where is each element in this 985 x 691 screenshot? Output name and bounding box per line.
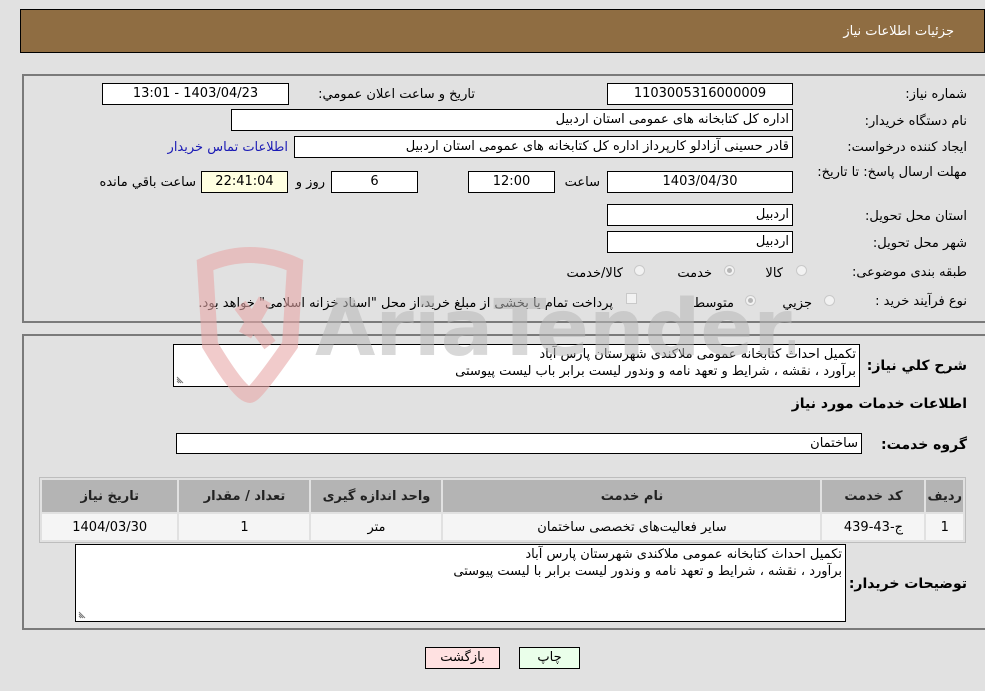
page-header: جزئیات اطلاعات نیاز xyxy=(20,9,985,53)
province-field[interactable]: اردبیل xyxy=(607,204,793,226)
need-number-field[interactable]: 1103005316000009 xyxy=(607,83,793,105)
summary-textarea[interactable]: تکمیل احداث کتابخانه عمومی ملاکندی شهرست… xyxy=(173,344,860,387)
category-radio-goods-service[interactable] xyxy=(634,265,645,276)
resize-grip-icon[interactable] xyxy=(176,376,184,384)
back-button[interactable]: بازگشت xyxy=(425,647,500,669)
col-service-code: کد خدمت xyxy=(820,478,927,514)
summary-line-2: برآورد ، نقشه ، شرایط و تعهد نامه و وندو… xyxy=(455,364,856,379)
category-option-goods-service: کالا/خدمت xyxy=(566,266,623,281)
service-group-label: گروه خدمت: xyxy=(881,437,967,453)
city-label: شهر محل تحویل: xyxy=(872,236,967,251)
deadline-time-label: ساعت xyxy=(564,175,600,190)
announce-label: تاریخ و ساعت اعلان عمومي: xyxy=(318,87,475,102)
buyer-notes-textarea[interactable]: تکمیل احداث کتابخانه عمومی ملاکندی شهرست… xyxy=(75,544,846,622)
remaining-time-field[interactable]: 22:41:04 xyxy=(201,171,288,193)
col-unit: واحد اندازه گیری xyxy=(309,478,444,514)
cell-service-name: سایر فعالیت‌های تخصصی ساختمان xyxy=(441,512,823,542)
summary-label: شرح کلي نیاز: xyxy=(866,358,967,374)
print-button[interactable]: چاپ xyxy=(519,647,580,669)
buyer-org-label: نام دستگاه خریدار: xyxy=(864,114,967,129)
creator-label: ایجاد کننده درخواست: xyxy=(847,140,967,155)
city-field[interactable]: اردبیل xyxy=(607,231,793,253)
process-radio-medium[interactable] xyxy=(745,295,756,306)
payment-note: پرداخت تمام یا بخشی از مبلغ خرید،از محل … xyxy=(198,296,613,311)
service-group-field[interactable]: ساختمان xyxy=(176,433,862,454)
buyer-org-field[interactable]: اداره کل کتابخانه های عمومی استان اردبیل xyxy=(231,109,793,131)
buyer-contact-link[interactable]: اطلاعات تماس خریدار xyxy=(168,140,288,155)
col-row-number: ردیف xyxy=(924,478,965,514)
need-number-label: شماره نیاز: xyxy=(905,87,967,102)
resize-grip-icon[interactable] xyxy=(78,611,86,619)
services-section-title: اطلاعات خدمات مورد نیاز xyxy=(791,396,967,412)
process-radio-minor[interactable] xyxy=(824,295,835,306)
days-remaining-field[interactable]: 6 xyxy=(331,171,418,193)
cell-unit: متر xyxy=(309,512,444,542)
days-label: روز و xyxy=(295,175,325,190)
summary-line-1: تکمیل احداث کتابخانه عمومی ملاکندی شهرست… xyxy=(539,347,856,362)
treasury-checkbox[interactable] xyxy=(626,293,637,304)
buyer-notes-line-1: تکمیل احداث کتابخانه عمومی ملاکندی شهرست… xyxy=(525,547,842,562)
services-table: ردیف کد خدمت نام خدمت واحد اندازه گیری ت… xyxy=(39,477,966,543)
creator-field[interactable]: قادر حسینی آزادلو کارپرداز اداره کل کتاب… xyxy=(294,136,793,158)
process-label: نوع فرآیند خرید : xyxy=(875,294,967,309)
process-option-medium: متوسط xyxy=(693,296,734,311)
category-option-service: خدمت xyxy=(677,266,712,281)
col-service-name: نام خدمت xyxy=(441,478,823,514)
remaining-label: ساعت باقي مانده xyxy=(99,175,196,190)
cell-row-number: 1 xyxy=(924,512,965,542)
cell-quantity: 1 xyxy=(177,512,312,542)
category-label: طبقه بندی موضوعی: xyxy=(851,265,967,280)
cell-service-code: ج-43-439 xyxy=(820,512,927,542)
deadline-label: مهلت ارسال پاسخ: تا تاریخ: xyxy=(817,165,967,180)
category-radio-service[interactable] xyxy=(724,265,735,276)
table-header-row: ردیف کد خدمت نام خدمت واحد اندازه گیری ت… xyxy=(39,478,965,514)
cell-need-date: 1404/03/30 xyxy=(39,512,180,542)
col-need-date: تاریخ نیاز xyxy=(39,478,180,514)
process-option-minor: جزيي xyxy=(782,296,812,311)
buyer-notes-label: توضیحات خریدار: xyxy=(848,576,967,592)
page-title: جزئیات اطلاعات نیاز xyxy=(843,24,954,39)
category-option-goods: کالا xyxy=(765,266,783,281)
buyer-notes-line-2: برآورد ، نقشه ، شرایط و تعهد نامه و وندو… xyxy=(453,564,842,579)
table-row: 1 ج-43-439 سایر فعالیت‌های تخصصی ساختمان… xyxy=(39,512,965,542)
deadline-time-field[interactable]: 12:00 xyxy=(468,171,555,193)
announce-datetime-field[interactable]: 1403/04/23 - 13:01 xyxy=(102,83,289,105)
deadline-date-field[interactable]: 1403/04/30 xyxy=(607,171,793,193)
province-label: استان محل تحویل: xyxy=(865,209,967,224)
category-radio-goods[interactable] xyxy=(796,265,807,276)
col-quantity: تعداد / مقدار xyxy=(177,478,312,514)
